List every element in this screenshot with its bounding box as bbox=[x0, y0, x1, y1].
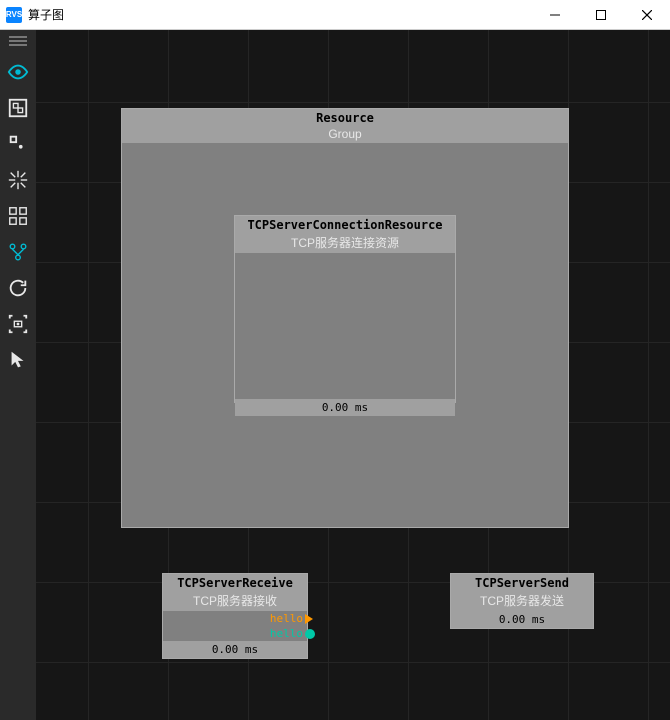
node-resource[interactable]: Resource Group TCPServerConnectionResour… bbox=[121, 108, 569, 528]
node-body bbox=[235, 253, 455, 399]
screenshot-icon[interactable] bbox=[0, 306, 36, 342]
minimize-button[interactable] bbox=[532, 0, 578, 30]
node-subtitle: Group bbox=[122, 127, 568, 143]
node-subtitle: TCP服务器发送 bbox=[451, 592, 593, 611]
node-body: TCPServerConnectionResource TCP服务器连接资源 0… bbox=[122, 143, 568, 521]
output-port-row: hello bbox=[163, 626, 307, 641]
workspace: Resource Group TCPServerConnectionResour… bbox=[0, 30, 670, 720]
window-controls bbox=[532, 0, 670, 30]
window-title: 算子图 bbox=[28, 6, 532, 23]
link-small-icon[interactable] bbox=[0, 126, 36, 162]
port-circle-icon[interactable] bbox=[305, 629, 315, 639]
eye-icon[interactable] bbox=[0, 54, 36, 90]
node-timing: 0.00 ms bbox=[235, 399, 455, 416]
branch-icon[interactable] bbox=[0, 234, 36, 270]
port-triangle-icon[interactable] bbox=[305, 614, 315, 624]
close-button[interactable] bbox=[624, 0, 670, 30]
maximize-button[interactable] bbox=[578, 0, 624, 30]
node-title: TCPServerConnectionResource bbox=[235, 216, 455, 234]
node-subtitle: TCP服务器连接资源 bbox=[235, 234, 455, 253]
output-port-row: hello bbox=[163, 611, 307, 626]
app-icon: RVS bbox=[6, 7, 22, 23]
grid-boxes-icon[interactable] bbox=[0, 198, 36, 234]
node-timing: 0.00 ms bbox=[163, 641, 307, 658]
snap-icon[interactable] bbox=[0, 162, 36, 198]
titlebar: RVS 算子图 bbox=[0, 0, 670, 30]
link-box-icon[interactable] bbox=[0, 90, 36, 126]
menu-icon[interactable] bbox=[0, 34, 36, 48]
node-title: Resource bbox=[122, 109, 568, 127]
output-label: hello bbox=[270, 612, 303, 625]
sidebar bbox=[0, 30, 36, 720]
output-label: hello bbox=[270, 627, 303, 640]
canvas[interactable]: Resource Group TCPServerConnectionResour… bbox=[36, 30, 670, 720]
node-title: TCPServerSend bbox=[451, 574, 593, 592]
refresh-icon[interactable] bbox=[0, 270, 36, 306]
node-body: hello hello bbox=[163, 611, 307, 641]
node-tcp-server-send[interactable]: TCPServerSend TCP服务器发送 0.00 ms bbox=[450, 573, 594, 629]
node-title: TCPServerReceive bbox=[163, 574, 307, 592]
node-tcp-connection-resource[interactable]: TCPServerConnectionResource TCP服务器连接资源 0… bbox=[234, 215, 456, 403]
node-tcp-server-receive[interactable]: TCPServerReceive TCP服务器接收 hello hello 0.… bbox=[162, 573, 308, 659]
node-timing: 0.00 ms bbox=[451, 611, 593, 628]
node-subtitle: TCP服务器接收 bbox=[163, 592, 307, 611]
pointer-icon[interactable] bbox=[0, 342, 36, 378]
